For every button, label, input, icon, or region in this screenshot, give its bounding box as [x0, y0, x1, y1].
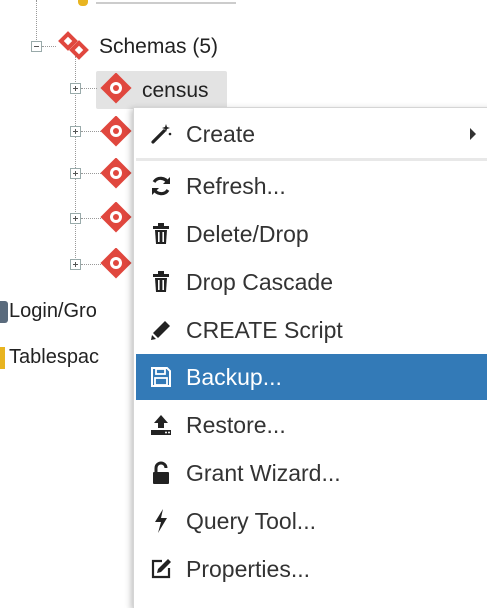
menu-item-restore[interactable]: Restore...: [136, 402, 487, 448]
menu-item-label: Restore...: [186, 411, 286, 438]
expand-census-toggle[interactable]: [70, 83, 81, 94]
menu-item-label: Query Tool...: [186, 507, 316, 534]
menu-item-properties[interactable]: Properties...: [136, 546, 487, 592]
menu-item-query-tool[interactable]: Query Tool...: [136, 498, 487, 544]
tree-branch-line: [81, 264, 101, 265]
schema-icon: [100, 116, 132, 147]
schemas-icon: [58, 31, 89, 60]
floppy-disk-icon: [136, 366, 186, 388]
upload-icon: [136, 413, 186, 437]
login-roles-icon: [0, 301, 8, 323]
pencil-icon: [136, 318, 186, 342]
tablespaces-icon: [0, 347, 5, 369]
context-menu: Create Refresh... Delete/Drop Drop Casca…: [133, 107, 487, 608]
menu-item-label: Drop Cascade: [186, 268, 334, 295]
menu-item-backup[interactable]: Backup...: [136, 354, 487, 400]
menu-item-delete-drop[interactable]: Delete/Drop: [136, 211, 487, 257]
schema-icon: [100, 158, 132, 189]
menu-item-label: Create: [186, 120, 256, 147]
submenu-arrow-icon: [470, 128, 476, 140]
menu-item-label: Refresh...: [186, 172, 286, 199]
tree-branch-line: [81, 88, 97, 89]
bolt-icon: [136, 508, 186, 534]
lock-icon: [136, 461, 186, 485]
folder-icon: [78, 0, 88, 6]
magic-wand-icon: [136, 122, 186, 146]
schema-icon: [100, 248, 132, 279]
schema-icon: [100, 202, 132, 233]
tree-branch-line: [42, 46, 56, 47]
menu-item-drop-cascade[interactable]: Drop Cascade: [136, 259, 487, 305]
menu-item-create-script[interactable]: CREATE Script: [136, 307, 487, 353]
menu-item-refresh[interactable]: Refresh...: [136, 163, 487, 209]
refresh-icon: [136, 174, 186, 198]
trash-icon: [136, 270, 186, 294]
tree-branch-line: [81, 173, 101, 174]
tablespaces-label[interactable]: Tablespac: [9, 345, 99, 369]
login-group-roles-label[interactable]: Login/Gro: [9, 299, 97, 323]
menu-item-create[interactable]: Create: [136, 111, 487, 157]
menu-item-label: Grant Wizard...: [186, 459, 341, 486]
menu-item-label: Properties...: [186, 555, 310, 582]
menu-item-grant-wizard[interactable]: Grant Wizard...: [136, 450, 487, 496]
menu-separator: [136, 158, 487, 161]
tree-guide-line: [36, 0, 37, 42]
schema-icon: [100, 73, 132, 104]
menu-item-label: CREATE Script: [186, 316, 343, 343]
tree-branch-line: [81, 218, 101, 219]
expand-schema-toggle[interactable]: [70, 168, 81, 179]
menu-item-label: Delete/Drop: [186, 220, 309, 247]
collapse-schemas-toggle[interactable]: [31, 41, 42, 52]
trash-icon: [136, 222, 186, 246]
census-node-label[interactable]: census: [142, 79, 209, 103]
schemas-node-label[interactable]: Schemas (5): [99, 35, 218, 59]
tree-branch-line: [81, 131, 101, 132]
menu-item-label: Backup...: [186, 363, 282, 390]
cut-off-tree-label: [96, 2, 236, 4]
expand-schema-toggle[interactable]: [70, 213, 81, 224]
expand-schema-toggle[interactable]: [70, 259, 81, 270]
edit-icon: [136, 557, 186, 581]
expand-schema-toggle[interactable]: [70, 126, 81, 137]
